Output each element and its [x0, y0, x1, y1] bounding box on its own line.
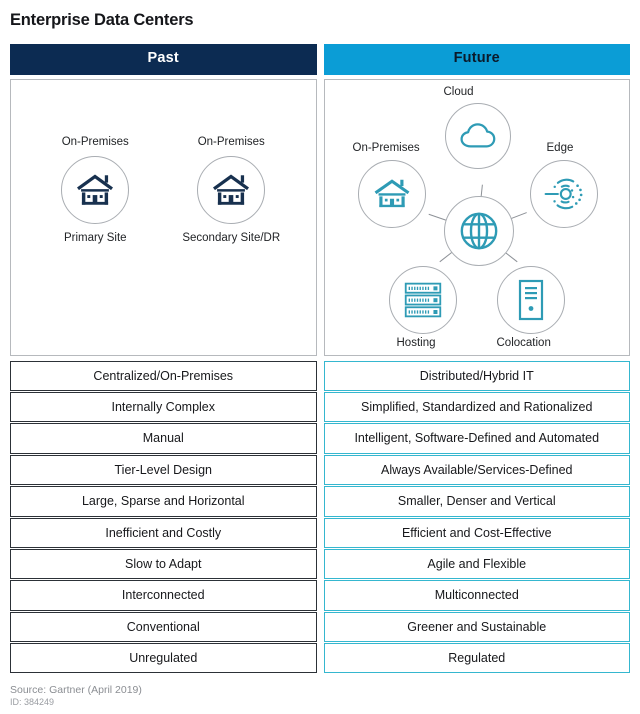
edge-network-icon: [543, 173, 585, 215]
past-node-circle: [61, 156, 130, 225]
column-header-past: Past: [10, 43, 317, 75]
cloud-icon: [459, 121, 497, 151]
future-cell: Smaller, Denser and Vertical: [323, 486, 630, 517]
future-diagram-panel: Cloud On-Premises Edge Hosting Colocatio…: [323, 78, 630, 356]
future-node-label-edge: Edge: [546, 141, 574, 154]
future-node-cloud: [444, 102, 511, 169]
table-row: Internally Complex Simplified, Standardi…: [10, 392, 630, 423]
source-text: Source: Gartner (April 2019): [10, 683, 142, 696]
future-node-label-hosting: Hosting: [396, 336, 436, 349]
footer: Source: Gartner (April 2019) ID: 384249: [10, 684, 142, 708]
future-node-circle: [444, 102, 511, 169]
past-cell: Large, Sparse and Horizontal: [10, 486, 317, 517]
past-node-bottom-label: Primary Site: [63, 232, 127, 245]
past-node-top-label: On-Premises: [197, 135, 265, 148]
table-row: Centralized/On-Premises Distributed/Hybr…: [10, 360, 630, 392]
future-node-center-globe: [443, 195, 514, 266]
future-cell: Distributed/Hybrid IT: [323, 360, 630, 392]
server-rack-icon: [403, 280, 443, 320]
future-cell: Intelligent, Software-Defined and Automa…: [323, 423, 630, 454]
server-tower-icon: [518, 279, 544, 321]
page-title: Enterprise Data Centers: [10, 11, 194, 29]
column-header-row: Past Future: [10, 43, 630, 75]
future-cell: Always Available/Services-Defined: [323, 454, 630, 486]
future-node-onpremises: [357, 159, 426, 228]
column-header-future: Future: [323, 43, 630, 75]
future-hub-spoke-diagram: Cloud On-Premises Edge Hosting Colocatio…: [325, 80, 630, 355]
past-node-secondary-site: On-Premises Secondary Site/DR: [179, 135, 283, 246]
diagram-panels: On-Premises Primary Site On-Premises Sec…: [10, 78, 630, 356]
future-cell: Efficient and Cost-Effective: [323, 517, 630, 548]
future-node-hosting: [388, 265, 457, 334]
past-node-primary-site: On-Premises Primary Site: [43, 135, 147, 246]
past-cell: Tier-Level Design: [10, 454, 317, 486]
past-cell: Conventional: [10, 611, 317, 643]
past-diagram-panel: On-Premises Primary Site On-Premises Sec…: [10, 78, 317, 356]
building-icon: [75, 172, 115, 208]
table-row: Interconnected Multiconnected: [10, 580, 630, 611]
future-node-circle: [529, 159, 598, 228]
past-cell: Centralized/On-Premises: [10, 360, 317, 392]
globe-icon: [458, 210, 500, 252]
future-center-circle: [443, 195, 514, 266]
past-cell: Slow to Adapt: [10, 548, 317, 580]
future-node-label-colocation: Colocation: [496, 336, 551, 349]
table-row: Conventional Greener and Sustainable: [10, 611, 630, 643]
table-row: Large, Sparse and Horizontal Smaller, De…: [10, 486, 630, 517]
future-node-colocation: [496, 265, 565, 334]
past-node-group: On-Premises Primary Site On-Premises Sec…: [11, 80, 316, 246]
infographic-page: Enterprise Data Centers Past Future On-P…: [0, 0, 640, 714]
source-id: ID: 384249: [10, 696, 55, 707]
table-row: Manual Intelligent, Software-Defined and…: [10, 423, 630, 454]
table-row: Inefficient and Costly Efficient and Cos…: [10, 517, 630, 548]
table-row: Unregulated Regulated: [10, 643, 630, 674]
future-node-label-cloud: Cloud: [443, 85, 474, 98]
past-cell: Inefficient and Costly: [10, 517, 317, 548]
future-node-circle: [357, 159, 426, 228]
future-cell: Simplified, Standardized and Rationalize…: [323, 392, 630, 423]
comparison-table: Centralized/On-Premises Distributed/Hybr…: [10, 360, 630, 674]
past-cell: Manual: [10, 423, 317, 454]
past-node-bottom-label: Secondary Site/DR: [182, 232, 281, 245]
future-node-circle: [496, 265, 565, 334]
past-node-circle: [197, 156, 266, 225]
table-row: Slow to Adapt Agile and Flexible: [10, 548, 630, 580]
future-cell: Regulated: [323, 643, 630, 674]
future-cell: Greener and Sustainable: [323, 611, 630, 643]
past-cell: Unregulated: [10, 643, 317, 674]
future-node-circle: [388, 265, 457, 334]
future-node-edge: [529, 159, 598, 228]
future-node-label-onpremises: On-Premises: [352, 141, 420, 154]
future-cell: Multiconnected: [323, 580, 630, 611]
past-cell: Internally Complex: [10, 392, 317, 423]
table-row: Tier-Level Design Always Available/Servi…: [10, 454, 630, 486]
past-cell: Interconnected: [10, 580, 317, 611]
building-icon: [211, 172, 251, 208]
building-icon: [373, 178, 411, 210]
past-node-top-label: On-Premises: [61, 135, 129, 148]
future-cell: Agile and Flexible: [323, 548, 630, 580]
